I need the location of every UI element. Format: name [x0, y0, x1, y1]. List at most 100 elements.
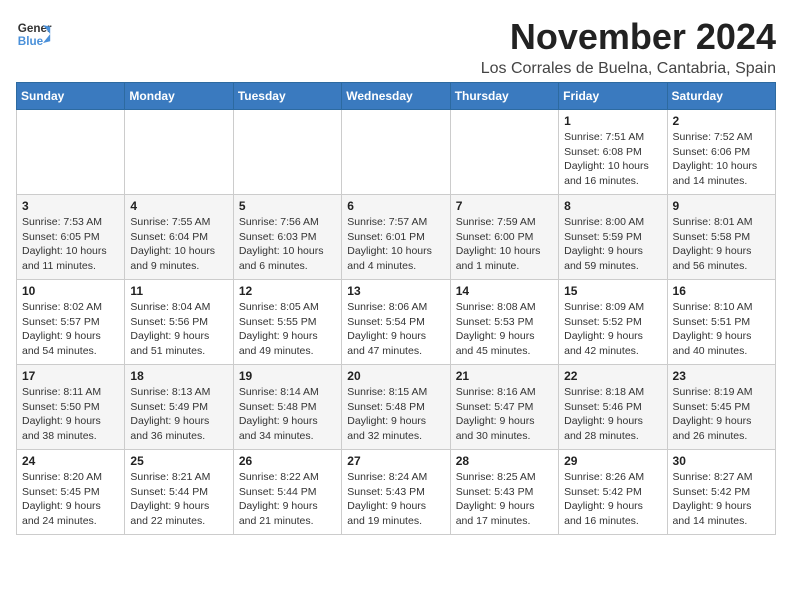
calendar-cell: 11Sunrise: 8:04 AMSunset: 5:56 PMDayligh… — [125, 280, 233, 365]
day-number: 18 — [130, 369, 227, 383]
day-number: 17 — [22, 369, 119, 383]
day-number: 13 — [347, 284, 444, 298]
day-number: 30 — [673, 454, 770, 468]
col-wednesday: Wednesday — [342, 83, 450, 110]
day-number: 8 — [564, 199, 661, 213]
day-number: 1 — [564, 114, 661, 128]
day-info: Sunrise: 8:21 AMSunset: 5:44 PMDaylight:… — [130, 470, 227, 529]
day-number: 10 — [22, 284, 119, 298]
day-number: 21 — [456, 369, 553, 383]
calendar-cell: 19 Sunrise: 8:14 AMSunset: 5:48 PMDayligh… — [233, 365, 341, 450]
day-info: Sunrise: 8:19 AMSunset: 5:45 PMDaylight:… — [673, 385, 770, 444]
day-info: Sunrise: 7:57 AMSunset: 6:01 PMDaylight:… — [347, 215, 444, 274]
day-number: 26 — [239, 454, 336, 468]
calendar-cell — [233, 110, 341, 195]
day-number: 22 — [564, 369, 661, 383]
day-number: 29 — [564, 454, 661, 468]
calendar-cell: 28 Sunrise: 8:25 AMSunset: 5:43 PMDayligh… — [450, 450, 558, 535]
calendar: Sunday Monday Tuesday Wednesday Thursday… — [16, 82, 776, 535]
title-block: November 2024 Los Corrales de Buelna, Ca… — [481, 16, 776, 78]
calendar-cell: 30 Sunrise: 8:27 AMSunset: 5:42 PMDayligh… — [667, 450, 775, 535]
calendar-cell: 23Sunrise: 8:19 AMSunset: 5:45 PMDayligh… — [667, 365, 775, 450]
col-monday: Monday — [125, 83, 233, 110]
day-number: 27 — [347, 454, 444, 468]
calendar-cell: 1 Sunrise: 7:51 AMSunset: 6:08 PMDaylight… — [559, 110, 667, 195]
calendar-cell: 21 Sunrise: 8:16 AMSunset: 5:47 PMDayligh… — [450, 365, 558, 450]
day-info: Sunrise: 8:13 AMSunset: 5:49 PMDaylight:… — [130, 385, 227, 444]
col-sunday: Sunday — [17, 83, 125, 110]
calendar-cell: 17 Sunrise: 8:11 AMSunset: 5:50 PMDayligh… — [17, 365, 125, 450]
svg-text:Blue: Blue — [18, 35, 44, 48]
calendar-cell: 13 Sunrise: 8:06 AMSunset: 5:54 PMDayligh… — [342, 280, 450, 365]
day-info: Sunrise: 8:20 AMSunset: 5:45 PMDaylight:… — [22, 470, 119, 529]
calendar-cell: 29Sunrise: 8:26 AMSunset: 5:42 PMDayligh… — [559, 450, 667, 535]
day-info: Sunrise: 8:27 AMSunset: 5:42 PMDaylight:… — [673, 470, 770, 529]
day-info: Sunrise: 8:14 AMSunset: 5:48 PMDaylight:… — [239, 385, 336, 444]
day-info: Sunrise: 8:08 AMSunset: 5:53 PMDaylight:… — [456, 300, 553, 359]
day-info: Sunrise: 8:15 AMSunset: 5:48 PMDaylight:… — [347, 385, 444, 444]
calendar-cell: 5 Sunrise: 7:56 AMSunset: 6:03 PMDaylight… — [233, 195, 341, 280]
day-number: 15 — [564, 284, 661, 298]
day-info: Sunrise: 8:04 AMSunset: 5:56 PMDaylight:… — [130, 300, 227, 359]
day-info: Sunrise: 7:51 AMSunset: 6:08 PMDaylight:… — [564, 130, 661, 189]
day-number: 5 — [239, 199, 336, 213]
calendar-cell: 26Sunrise: 8:22 AMSunset: 5:44 PMDayligh… — [233, 450, 341, 535]
day-number: 2 — [673, 114, 770, 128]
calendar-body: 1 Sunrise: 7:51 AMSunset: 6:08 PMDaylight… — [17, 110, 776, 535]
calendar-cell: 12Sunrise: 8:05 AMSunset: 5:55 PMDayligh… — [233, 280, 341, 365]
header-row: Sunday Monday Tuesday Wednesday Thursday… — [17, 83, 776, 110]
day-info: Sunrise: 8:06 AMSunset: 5:54 PMDaylight:… — [347, 300, 444, 359]
day-number: 19 — [239, 369, 336, 383]
day-number: 4 — [130, 199, 227, 213]
day-number: 3 — [22, 199, 119, 213]
day-info: Sunrise: 8:16 AMSunset: 5:47 PMDaylight:… — [456, 385, 553, 444]
day-info: Sunrise: 8:10 AMSunset: 5:51 PMDaylight:… — [673, 300, 770, 359]
calendar-cell: 8Sunrise: 8:00 AMSunset: 5:59 PMDaylight… — [559, 195, 667, 280]
calendar-cell: 22 Sunrise: 8:18 AMSunset: 5:46 PMDayligh… — [559, 365, 667, 450]
day-info: Sunrise: 8:24 AMSunset: 5:43 PMDaylight:… — [347, 470, 444, 529]
calendar-cell: 9 Sunrise: 8:01 AMSunset: 5:58 PMDaylight… — [667, 195, 775, 280]
calendar-cell: 7 Sunrise: 7:59 AMSunset: 6:00 PMDaylight… — [450, 195, 558, 280]
day-info: Sunrise: 8:25 AMSunset: 5:43 PMDaylight:… — [456, 470, 553, 529]
calendar-week-5: 24 Sunrise: 8:20 AMSunset: 5:45 PMDayligh… — [17, 450, 776, 535]
location-title: Los Corrales de Buelna, Cantabria, Spain — [481, 60, 776, 78]
calendar-cell: 25 Sunrise: 8:21 AMSunset: 5:44 PMDayligh… — [125, 450, 233, 535]
day-info: Sunrise: 8:02 AMSunset: 5:57 PMDaylight:… — [22, 300, 119, 359]
day-number: 9 — [673, 199, 770, 213]
calendar-cell — [450, 110, 558, 195]
day-number: 14 — [456, 284, 553, 298]
col-thursday: Thursday — [450, 83, 558, 110]
calendar-cell: 24 Sunrise: 8:20 AMSunset: 5:45 PMDayligh… — [17, 450, 125, 535]
day-info: Sunrise: 8:05 AMSunset: 5:55 PMDaylight:… — [239, 300, 336, 359]
logo-icon: General Blue — [16, 16, 52, 52]
calendar-cell — [125, 110, 233, 195]
day-info: Sunrise: 7:53 AMSunset: 6:05 PMDaylight:… — [22, 215, 119, 274]
day-number: 24 — [22, 454, 119, 468]
day-number: 20 — [347, 369, 444, 383]
day-number: 25 — [130, 454, 227, 468]
day-info: Sunrise: 7:56 AMSunset: 6:03 PMDaylight:… — [239, 215, 336, 274]
day-info: Sunrise: 8:09 AMSunset: 5:52 PMDaylight:… — [564, 300, 661, 359]
page-header: General Blue November 2024 Los Corrales … — [16, 16, 776, 78]
calendar-cell: 4 Sunrise: 7:55 AMSunset: 6:04 PMDaylight… — [125, 195, 233, 280]
col-saturday: Saturday — [667, 83, 775, 110]
day-number: 28 — [456, 454, 553, 468]
calendar-week-4: 17 Sunrise: 8:11 AMSunset: 5:50 PMDayligh… — [17, 365, 776, 450]
calendar-cell: 6Sunrise: 7:57 AMSunset: 6:01 PMDaylight… — [342, 195, 450, 280]
calendar-cell: 14 Sunrise: 8:08 AMSunset: 5:53 PMDayligh… — [450, 280, 558, 365]
calendar-week-3: 10 Sunrise: 8:02 AMSunset: 5:57 PMDayligh… — [17, 280, 776, 365]
calendar-cell: 3 Sunrise: 7:53 AMSunset: 6:05 PMDaylight… — [17, 195, 125, 280]
day-info: Sunrise: 7:55 AMSunset: 6:04 PMDaylight:… — [130, 215, 227, 274]
day-info: Sunrise: 8:18 AMSunset: 5:46 PMDaylight:… — [564, 385, 661, 444]
month-title: November 2024 — [481, 16, 776, 58]
calendar-cell: 15 Sunrise: 8:09 AMSunset: 5:52 PMDayligh… — [559, 280, 667, 365]
col-tuesday: Tuesday — [233, 83, 341, 110]
calendar-cell: 16Sunrise: 8:10 AMSunset: 5:51 PMDayligh… — [667, 280, 775, 365]
day-number: 7 — [456, 199, 553, 213]
day-info: Sunrise: 8:11 AMSunset: 5:50 PMDaylight:… — [22, 385, 119, 444]
calendar-cell — [17, 110, 125, 195]
col-friday: Friday — [559, 83, 667, 110]
day-info: Sunrise: 8:01 AMSunset: 5:58 PMDaylight:… — [673, 215, 770, 274]
calendar-header: Sunday Monday Tuesday Wednesday Thursday… — [17, 83, 776, 110]
day-info: Sunrise: 7:59 AMSunset: 6:00 PMDaylight:… — [456, 215, 553, 274]
